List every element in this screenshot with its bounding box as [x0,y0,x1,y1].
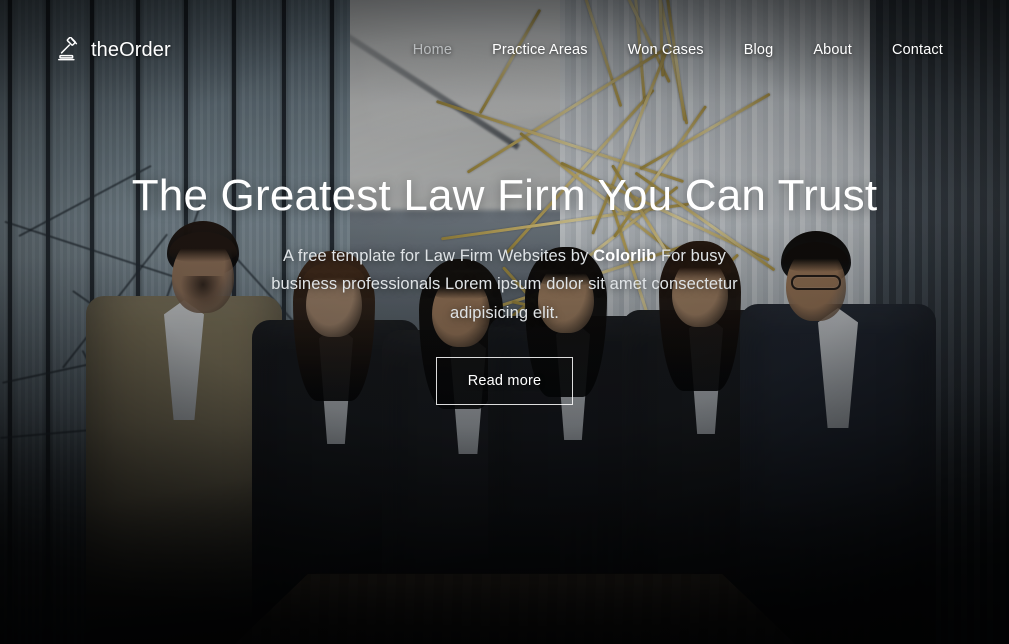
hero-section: theOrder Home Practice Areas Won Cases Blog… [0,0,1009,644]
subtitle-text-start: A free template for Law Firm Websites by [283,246,594,265]
brand-name: theOrder [91,38,171,61]
page-title: The Greatest Law Firm You Can Trust [131,171,878,220]
nav-item-won-cases[interactable]: Won Cases [608,34,724,66]
hero-content: theOrder Home Practice Areas Won Cases Blog… [0,0,1009,644]
hero-subtitle: A free template for Law Firm Websites by… [250,242,760,327]
cta-container: Read more [110,357,899,406]
subtitle-highlight: Colorlib [593,246,657,265]
main-navigation: Home Practice Areas Won Cases Blog About Cont… [393,34,963,66]
read-more-button[interactable]: Read more [435,357,574,406]
hero-text-block: The Greatest Law Firm You Can Trust A fr… [0,171,1009,406]
brand-logo-link[interactable]: theOrder [56,36,171,63]
gavel-icon [56,36,82,63]
nav-item-about[interactable]: About [793,34,872,66]
nav-item-home[interactable]: Home [393,34,472,66]
nav-item-contact[interactable]: Contact [872,34,963,66]
nav-item-blog[interactable]: Blog [724,34,794,66]
navbar: theOrder Home Practice Areas Won Cases Blog… [0,0,1009,100]
nav-item-practice-areas[interactable]: Practice Areas [472,34,608,66]
